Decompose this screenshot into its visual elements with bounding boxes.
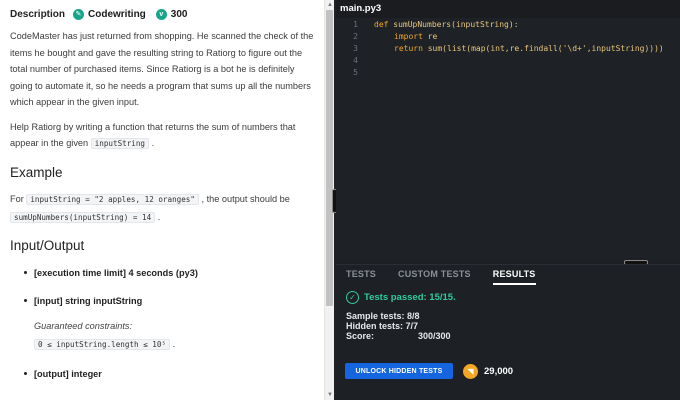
- return-expr-b: ,inputString)))): [586, 44, 664, 53]
- coin-icon: ◥: [463, 364, 478, 379]
- example-heading: Example: [10, 164, 63, 180]
- stat-hidden: Hidden tests: 7/7: [346, 321, 451, 331]
- description-paragraph-2: Help Ratiorg by writing a function that …: [10, 119, 316, 153]
- example-code-input: inputString = "2 apples, 12 oranges": [26, 194, 199, 205]
- example-for: For: [10, 194, 24, 204]
- sample-tests-label: Sample tests:: [346, 311, 405, 321]
- stat-score: Score: 300/300: [346, 331, 451, 341]
- results-stats: Sample tests: 8/8 Hidden tests: 7/7 Scor…: [346, 311, 451, 341]
- results-panel: TESTS CUSTOM TESTS RESULTS ✓ Tests passe…: [336, 264, 680, 400]
- constraint-row: 0 ≤ inputString.length ≤ 10⁵ .: [34, 336, 316, 354]
- constraints-label: Guaranteed constraints:: [34, 320, 133, 331]
- coin-balance: 29,000: [484, 366, 514, 377]
- keyword-def: def: [374, 20, 389, 29]
- sample-tests-value: 8/8: [407, 311, 420, 321]
- category-label: Codewriting: [88, 8, 146, 20]
- constraint-code: 0 ≤ inputString.length ≤ 10⁵: [34, 339, 171, 350]
- time-limit-text: [execution time limit] 4 seconds (py3): [34, 267, 198, 278]
- description-p2-end: .: [151, 138, 155, 148]
- input-type-text: [input] string inputString: [34, 296, 143, 306]
- constraints-block: Guaranteed constraints: 0 ≤ inputString.…: [34, 318, 316, 354]
- code-line-1[interactable]: def sumUpNumbers(inputString):: [374, 20, 519, 29]
- io-list: [execution time limit] 4 seconds (py3) […: [24, 265, 316, 383]
- stat-sample: Sample tests: 8/8: [346, 311, 451, 321]
- results-tabs: TESTS CUSTOM TESTS RESULTS: [346, 269, 558, 285]
- io-item-output: [output] integer: [24, 366, 316, 383]
- line-number: 4: [353, 56, 358, 65]
- code-line-3[interactable]: return sum(list(map(int,re.findall('\d+'…: [394, 44, 664, 53]
- hidden-tests-value: 7/7: [405, 321, 419, 331]
- code-line-2[interactable]: import re: [394, 32, 437, 41]
- regex-string: '\d+': [562, 44, 587, 53]
- function-name: sumUpNumbers: [393, 20, 452, 29]
- description-body: CodeMaster has just returned from shoppi…: [10, 28, 316, 394]
- tab-tests[interactable]: TESTS: [346, 269, 376, 285]
- scroll-thumb[interactable]: [326, 10, 333, 306]
- return-expr-a: sum(list(map(int,re.findall(: [427, 44, 563, 53]
- score-icon: v: [155, 8, 167, 20]
- tests-passed-status: ✓ Tests passed: 15/15.: [346, 291, 456, 304]
- codewriting-icon: ✎: [73, 8, 85, 20]
- constraint-end: .: [172, 339, 176, 349]
- editor-tabbar: main.py3: [336, 0, 680, 18]
- io-item-input: [input] string inputString Guaranteed co…: [24, 293, 316, 354]
- tab-results[interactable]: RESULTS: [492, 269, 536, 285]
- scroll-up-icon[interactable]: ▲: [326, 1, 334, 9]
- score-stat-label: Score:: [346, 331, 375, 341]
- file-tab-main[interactable]: main.py3: [340, 3, 381, 14]
- line-number: 2: [353, 32, 358, 41]
- category-badge: ✎ Codewriting: [73, 8, 146, 20]
- module-name: re: [427, 32, 438, 41]
- line-number: 5: [353, 68, 358, 77]
- check-circle-icon: ✓: [346, 291, 359, 304]
- scroll-down-icon[interactable]: ▼: [326, 391, 334, 399]
- keyword-return: return: [394, 44, 423, 53]
- line-number: 3: [353, 44, 358, 53]
- example-mid: , the output should be: [201, 194, 290, 204]
- example-end: .: [157, 211, 161, 222]
- description-tab[interactable]: Description: [10, 9, 65, 20]
- code-editor[interactable]: 1 2 3 4 5 def sumUpNumbers(inputString):…: [336, 18, 680, 258]
- task-header: Description ✎ Codewriting v 300: [0, 0, 324, 28]
- score-stat-value: 300/300: [418, 331, 451, 341]
- inline-code-inputstring: inputString: [90, 138, 150, 149]
- task-description-panel: Description ✎ Codewriting v 300 CodeMast…: [0, 0, 324, 400]
- tests-passed-text: Tests passed: 15/15.: [364, 292, 456, 303]
- hidden-tests-label: Hidden tests:: [346, 321, 404, 331]
- function-params: (inputString):: [451, 20, 519, 29]
- output-type-text: [output] integer: [34, 368, 102, 379]
- io-item-time-limit: [execution time limit] 4 seconds (py3): [24, 265, 316, 282]
- description-paragraph-1: CodeMaster has just returned from shoppi…: [10, 31, 314, 107]
- unlock-hidden-tests-button[interactable]: UNLOCK HIDDEN TESTS: [345, 363, 453, 379]
- tab-custom-tests[interactable]: CUSTOM TESTS: [398, 269, 471, 285]
- example-paragraph: For inputString = "2 apples, 12 oranges"…: [10, 191, 316, 226]
- example-code-output: sumUpNumbers(inputString) = 14: [10, 211, 156, 223]
- score-badge: v 300: [155, 8, 188, 20]
- io-heading: Input/Output: [10, 238, 85, 253]
- keyword-import: import: [394, 32, 423, 41]
- editor-results-panel: main.py3 1 2 3 4 5 def sumUpNumbers(inpu…: [336, 0, 680, 400]
- score-label: 300: [170, 8, 188, 20]
- line-number: 1: [353, 20, 358, 29]
